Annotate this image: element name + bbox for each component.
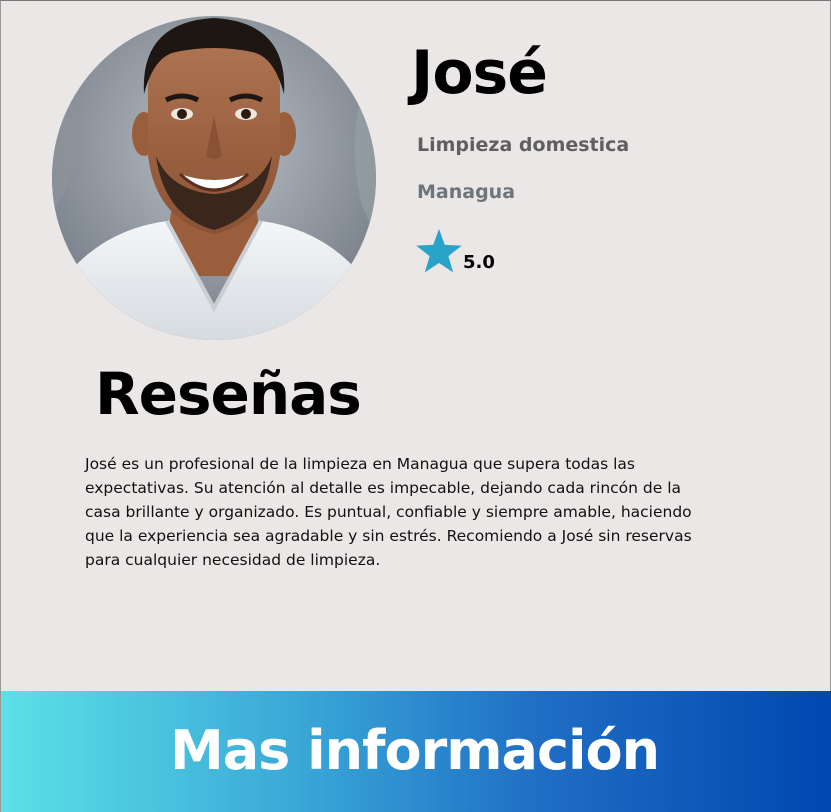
profile-name: José [411, 38, 548, 108]
location: Managua [417, 181, 516, 203]
more-info-button[interactable]: Mas información [1, 691, 831, 812]
star-icon [416, 229, 462, 273]
more-info-label: Mas información [169, 718, 660, 782]
reviews-heading: Reseñas [95, 360, 362, 428]
review-text: José es un profesional de la limpieza en… [85, 455, 692, 569]
profile-photo [52, 16, 376, 340]
profile-page: José Limpieza domestica Managua 5.0 Rese… [0, 0, 831, 812]
rating-value: 5.0 [463, 252, 495, 273]
portrait-image [52, 16, 376, 340]
rating: 5.0 [415, 227, 495, 275]
service-type: Limpieza domestica [417, 134, 630, 156]
